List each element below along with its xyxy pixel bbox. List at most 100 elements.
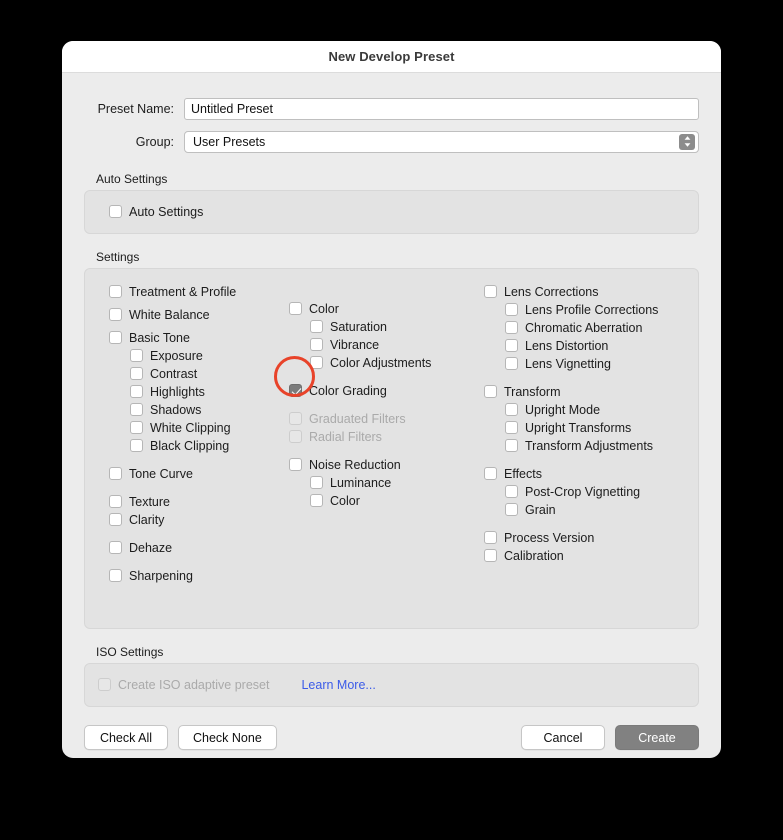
settings-column-3: Lens Corrections Lens Profile Correction… (484, 283, 684, 585)
checkbox-icon[interactable] (130, 421, 143, 434)
preset-name-label: Preset Name: (97, 101, 174, 116)
checkbox-dehaze[interactable]: Dehaze (109, 539, 289, 556)
checkbox-color-adjustments[interactable]: Color Adjustments (289, 354, 484, 371)
checkbox-icon[interactable] (130, 439, 143, 452)
checkbox-tone-curve[interactable]: Tone Curve (109, 465, 289, 482)
checkbox-icon[interactable] (109, 467, 122, 480)
checkbox-icon[interactable] (505, 421, 518, 434)
checkbox-icon[interactable] (484, 531, 497, 544)
checkbox-label: Basic Tone (129, 330, 190, 345)
checkbox-lens-profile-corrections[interactable]: Lens Profile Corrections (484, 301, 684, 318)
checkbox-icon[interactable] (289, 384, 302, 397)
checkbox-noise-color[interactable]: Color (289, 492, 484, 509)
checkbox-grain[interactable]: Grain (484, 501, 684, 518)
checkbox-calibration[interactable]: Calibration (484, 547, 684, 564)
checkbox-icon[interactable] (109, 331, 122, 344)
checkbox-icon[interactable] (109, 569, 122, 582)
checkbox-icon[interactable] (484, 467, 497, 480)
checkbox-saturation[interactable]: Saturation (289, 318, 484, 335)
checkbox-label: Contrast (150, 366, 198, 381)
checkbox-lens-vignetting[interactable]: Lens Vignetting (484, 355, 684, 372)
checkbox-effects[interactable]: Effects (484, 465, 684, 482)
checkbox-icon[interactable] (109, 205, 122, 218)
checkbox-white-clipping[interactable]: White Clipping (109, 419, 289, 436)
group-select[interactable]: User Presets (184, 130, 699, 153)
checkbox-icon[interactable] (505, 503, 518, 516)
iso-settings-title: ISO Settings (96, 645, 164, 659)
checkbox-icon[interactable] (130, 367, 143, 380)
checkbox-icon[interactable] (289, 302, 302, 315)
checkbox-luminance[interactable]: Luminance (289, 474, 484, 491)
checkbox-noise-reduction[interactable]: Noise Reduction (289, 456, 484, 473)
checkbox-icon[interactable] (130, 403, 143, 416)
checkbox-label: Effects (504, 466, 542, 481)
checkbox-label: Color Grading (309, 383, 387, 398)
check-all-button[interactable]: Check All (84, 725, 168, 750)
cancel-button[interactable]: Cancel (521, 725, 605, 750)
checkbox-icon[interactable] (109, 541, 122, 554)
checkbox-post-crop-vignetting[interactable]: Post-Crop Vignetting (484, 483, 684, 500)
checkbox-icon[interactable] (505, 357, 518, 370)
checkbox-label: Create ISO adaptive preset (118, 677, 270, 692)
checkbox-icon[interactable] (505, 321, 518, 334)
checkbox-process-version[interactable]: Process Version (484, 529, 684, 546)
checkbox-icon[interactable] (310, 356, 323, 369)
checkbox-label: Tone Curve (129, 466, 193, 481)
checkbox-label: Radial Filters (309, 429, 382, 444)
checkbox-black-clipping[interactable]: Black Clipping (109, 437, 289, 454)
checkbox-upright-mode[interactable]: Upright Mode (484, 401, 684, 418)
checkbox-icon[interactable] (505, 403, 518, 416)
checkbox-basic-tone[interactable]: Basic Tone (109, 329, 289, 346)
checkbox-highlights[interactable]: Highlights (109, 383, 289, 400)
iso-settings-box: Create ISO adaptive preset Learn More... (84, 663, 699, 707)
checkbox-chromatic-aberration[interactable]: Chromatic Aberration (484, 319, 684, 336)
preset-name-input[interactable]: Untitled Preset (184, 97, 699, 120)
checkbox-label: Color Adjustments (330, 355, 432, 370)
checkbox-shadows[interactable]: Shadows (109, 401, 289, 418)
check-none-button[interactable]: Check None (178, 725, 277, 750)
checkbox-icon[interactable] (109, 308, 122, 321)
checkbox-exposure[interactable]: Exposure (109, 347, 289, 364)
checkbox-icon[interactable] (130, 385, 143, 398)
checkbox-icon (98, 678, 111, 691)
checkbox-icon[interactable] (505, 485, 518, 498)
checkbox-color-grading[interactable]: Color Grading (289, 382, 484, 399)
checkbox-vibrance[interactable]: Vibrance (289, 336, 484, 353)
checkbox-icon[interactable] (484, 549, 497, 562)
checkbox-icon[interactable] (109, 495, 122, 508)
checkbox-icon[interactable] (484, 385, 497, 398)
learn-more-link[interactable]: Learn More... (301, 678, 375, 692)
checkbox-auto-settings[interactable]: Auto Settings (109, 203, 698, 220)
checkbox-lens-distortion[interactable]: Lens Distortion (484, 337, 684, 354)
checkbox-icon[interactable] (310, 320, 323, 333)
checkbox-transform-adjustments[interactable]: Transform Adjustments (484, 437, 684, 454)
checkbox-icon[interactable] (505, 303, 518, 316)
create-button[interactable]: Create (615, 725, 699, 750)
checkbox-texture[interactable]: Texture (109, 493, 289, 510)
checkbox-upright-transforms[interactable]: Upright Transforms (484, 419, 684, 436)
checkbox-clarity[interactable]: Clarity (109, 511, 289, 528)
checkbox-color[interactable]: Color (289, 300, 484, 317)
settings-title: Settings (96, 250, 140, 264)
checkbox-icon[interactable] (505, 439, 518, 452)
checkbox-icon[interactable] (289, 458, 302, 471)
checkbox-white-balance[interactable]: White Balance (109, 306, 289, 323)
checkbox-lens-corrections[interactable]: Lens Corrections (484, 283, 684, 300)
checkbox-icon[interactable] (310, 338, 323, 351)
checkbox-label: Luminance (330, 475, 392, 490)
checkbox-icon[interactable] (130, 349, 143, 362)
checkbox-icon[interactable] (505, 339, 518, 352)
checkbox-contrast[interactable]: Contrast (109, 365, 289, 382)
checkbox-icon[interactable] (310, 476, 323, 489)
checkbox-transform[interactable]: Transform (484, 383, 684, 400)
checkbox-treatment-profile[interactable]: Treatment & Profile (109, 283, 289, 300)
checkbox-label: Shadows (150, 402, 202, 417)
checkbox-icon[interactable] (484, 285, 497, 298)
checkbox-label: Highlights (150, 384, 205, 399)
checkbox-label: Color (330, 493, 360, 508)
checkbox-icon[interactable] (310, 494, 323, 507)
checkbox-icon[interactable] (109, 513, 122, 526)
checkbox-sharpening[interactable]: Sharpening (109, 567, 289, 584)
checkbox-icon[interactable] (109, 285, 122, 298)
checkbox-label: Calibration (504, 548, 564, 563)
